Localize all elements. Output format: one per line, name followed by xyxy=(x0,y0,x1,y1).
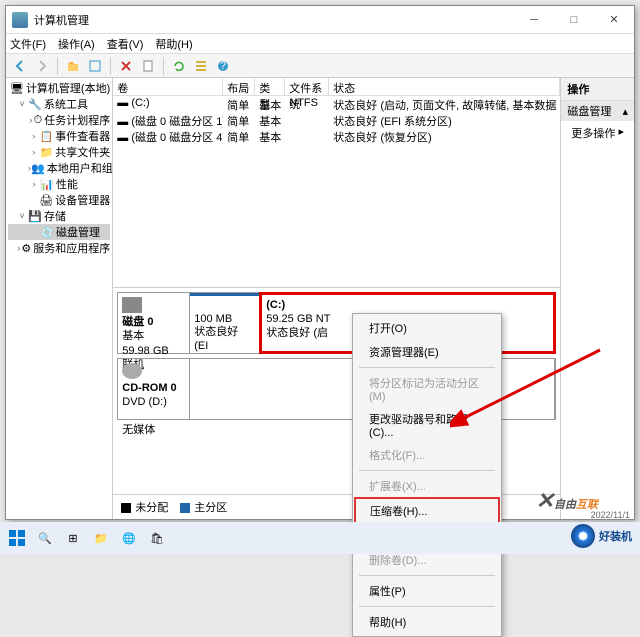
search-icon[interactable]: 🔍 xyxy=(34,527,56,549)
up-button[interactable] xyxy=(63,56,83,76)
taskbar: 🔍 ⊞ 📁 🌐 🛍 xyxy=(0,522,640,554)
menu-view[interactable]: 查看(V) xyxy=(107,36,144,52)
ctx-explorer[interactable]: 资源管理器(E) xyxy=(355,340,499,364)
actions-pane: 操作 磁盘管理▴ 更多操作▸ xyxy=(561,78,634,519)
disk-0-header[interactable]: 磁盘 0 基本 59.98 GB 联机 xyxy=(118,293,190,353)
tree-perf[interactable]: ›📊性能 xyxy=(8,176,110,192)
forward-button[interactable] xyxy=(32,56,52,76)
tree-root[interactable]: 🖥计算机管理(本地) xyxy=(8,80,110,96)
ctx-change-letter[interactable]: 更改驱动器号和路径(C)... xyxy=(355,407,499,443)
refresh-button[interactable] xyxy=(169,56,189,76)
ctx-extend: 扩展卷(X)... xyxy=(355,474,499,498)
cdrom-header[interactable]: CD-ROM 0 DVD (D:) 无媒体 xyxy=(118,359,190,419)
menubar: 文件(F) 操作(A) 查看(V) 帮助(H) xyxy=(6,34,634,54)
more-actions[interactable]: 更多操作▸ xyxy=(561,121,634,145)
tree-devmgr[interactable]: 🖨设备管理器 xyxy=(8,192,110,208)
menu-action[interactable]: 操作(A) xyxy=(58,36,95,52)
volume-row[interactable]: ▬ (磁盘 0 磁盘分区 4)简单基本状态良好 (恢复分区) xyxy=(113,128,560,144)
legend-unallocated: 未分配 xyxy=(121,499,168,515)
cdrom-icon xyxy=(122,363,142,379)
col-layout[interactable]: 布局 xyxy=(223,78,255,95)
context-menu: 打开(O) 资源管理器(E) 将分区标记为活动分区(M) 更改驱动器号和路径(C… xyxy=(352,313,502,637)
tree-storage[interactable]: ˅💾存储 xyxy=(8,208,110,224)
ctx-help[interactable]: 帮助(H) xyxy=(355,610,499,634)
disk-icon xyxy=(122,297,142,313)
chevron-right-icon: ▸ xyxy=(618,125,624,141)
ctx-format: 格式化(F)... xyxy=(355,443,499,467)
maximize-button[interactable]: □ xyxy=(554,6,594,34)
app-icon xyxy=(12,12,28,28)
tree-shared[interactable]: ›📁共享文件夹 xyxy=(8,144,110,160)
list-button[interactable] xyxy=(191,56,211,76)
legend-primary: 主分区 xyxy=(180,499,227,515)
col-type[interactable]: 类型 xyxy=(255,78,285,95)
menu-file[interactable]: 文件(F) xyxy=(10,36,46,52)
ctx-open[interactable]: 打开(O) xyxy=(355,316,499,340)
menu-help[interactable]: 帮助(H) xyxy=(155,36,192,52)
explorer-icon[interactable]: 📁 xyxy=(90,527,112,549)
actions-section[interactable]: 磁盘管理▴ xyxy=(561,101,634,121)
ctx-properties[interactable]: 属性(P) xyxy=(355,579,499,603)
col-status[interactable]: 状态 xyxy=(329,78,560,95)
tree-systools[interactable]: ˅🔧系统工具 xyxy=(8,96,110,112)
store-icon[interactable]: 🛍 xyxy=(146,527,168,549)
nav-tree: 🖥计算机管理(本地) ˅🔧系统工具 ›⏱任务计划程序 ›📋事件查看器 ›📁共享文… xyxy=(6,78,113,519)
back-button[interactable] xyxy=(10,56,30,76)
taskview-icon[interactable]: ⊞ xyxy=(62,527,84,549)
app-window: 计算机管理 ─ □ ✕ 文件(F) 操作(A) 查看(V) 帮助(H) ? 🖥计… xyxy=(5,5,635,520)
tree-diskmgmt[interactable]: 💿磁盘管理 xyxy=(8,224,110,240)
tree-services[interactable]: ›⚙服务和应用程序 xyxy=(8,240,110,256)
taskbar-date: 2022/11/1 xyxy=(591,510,630,520)
x-button[interactable] xyxy=(116,56,136,76)
help-icon[interactable]: ? xyxy=(213,56,233,76)
close-button[interactable]: ✕ xyxy=(594,6,634,34)
start-button[interactable] xyxy=(6,527,28,549)
window-title: 计算机管理 xyxy=(34,12,514,28)
partition-efi[interactable]: 100 MB状态良好 (EI xyxy=(190,293,260,353)
svg-text:?: ? xyxy=(220,60,226,72)
volume-row[interactable]: ▬ (C:)简单基本NTFS状态良好 (启动, 页面文件, 故障转储, 基本数据 xyxy=(113,96,560,112)
titlebar: 计算机管理 ─ □ ✕ xyxy=(6,6,634,34)
tree-users[interactable]: ›👥本地用户和组 xyxy=(8,160,110,176)
col-volume[interactable]: 卷 xyxy=(113,78,223,95)
ctx-shrink[interactable]: 压缩卷(H)... xyxy=(354,497,500,525)
edge-icon[interactable]: 🌐 xyxy=(118,527,140,549)
col-fs[interactable]: 文件系统 xyxy=(285,78,329,95)
grid-header: 卷 布局 类型 文件系统 状态 xyxy=(113,78,560,96)
minimize-button[interactable]: ─ xyxy=(514,6,554,34)
ctx-mark-active: 将分区标记为活动分区(M) xyxy=(355,371,499,407)
volume-row[interactable]: ▬ (磁盘 0 磁盘分区 1)简单基本状态良好 (EFI 系统分区) xyxy=(113,112,560,128)
tree-eventviewer[interactable]: ›📋事件查看器 xyxy=(8,128,110,144)
tree-scheduler[interactable]: ›⏱任务计划程序 xyxy=(8,112,110,128)
actions-header: 操作 xyxy=(561,78,634,101)
chevron-up-icon: ▴ xyxy=(622,105,628,118)
properties-button[interactable] xyxy=(138,56,158,76)
toolbar: ? xyxy=(6,54,634,78)
view-button[interactable] xyxy=(85,56,105,76)
volume-list: 卷 布局 类型 文件系统 状态 ▬ (C:)简单基本NTFS状态良好 (启动, … xyxy=(113,78,560,288)
